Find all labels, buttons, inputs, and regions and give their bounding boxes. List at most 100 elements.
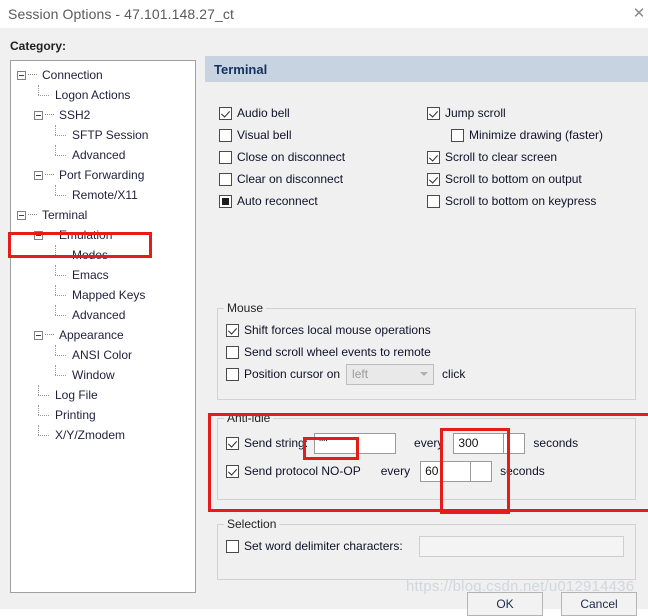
tree-item-label: Emulation: [59, 228, 113, 242]
stepper-buttons[interactable]: [503, 432, 526, 454]
checkbox-label: Jump scroll: [445, 106, 506, 120]
position-cursor-select[interactable]: left: [346, 363, 435, 385]
stepper-buttons[interactable]: [470, 460, 493, 482]
tree-connector: [45, 174, 54, 176]
tree-item-x-y-zmodem[interactable]: X/Y/Zmodem: [11, 425, 195, 445]
tree-connector: [34, 85, 52, 105]
category-tree[interactable]: Connection Logon Actions SSH2 SFTP Session A…: [10, 60, 196, 593]
tree-connector: [51, 125, 69, 145]
checkbox-audio-bell[interactable]: Audio bell: [219, 102, 429, 124]
tree-item-terminal[interactable]: Terminal: [11, 205, 195, 225]
send-string-input[interactable]: "": [314, 432, 397, 454]
checkbox-icon[interactable]: [219, 128, 232, 142]
tree-connector: [34, 385, 52, 405]
cancel-button[interactable]: Cancel: [561, 592, 637, 616]
checkbox-position-cursor-on[interactable]: Position cursor on left click: [226, 363, 627, 385]
checkbox-label: Minimize drawing (faster): [469, 128, 604, 142]
tree-item-appearance[interactable]: Appearance: [11, 325, 195, 345]
tree-item-emacs[interactable]: Emacs: [11, 265, 195, 285]
checkbox-label: Close on disconnect: [237, 150, 346, 164]
checkbox-icon[interactable]: [427, 172, 440, 186]
checkbox-shift-forces-local-mouse[interactable]: Shift forces local mouse operations: [226, 319, 627, 341]
expander-collapse-icon[interactable]: [17, 70, 26, 80]
send-string-interval-stepper[interactable]: 300: [453, 432, 526, 454]
select-value: left: [352, 367, 369, 381]
tree-item-window[interactable]: Window: [11, 365, 195, 385]
tree-item-printing[interactable]: Printing: [11, 405, 195, 425]
checkbox-label: Clear on disconnect: [237, 172, 344, 186]
tree-item-log-file[interactable]: Log File: [11, 385, 195, 405]
checkbox-label: Shift forces local mouse operations: [244, 323, 431, 337]
checkbox-minimize-drawing-faster[interactable]: Minimize drawing (faster): [451, 124, 642, 146]
tree-item-label: Modes: [72, 248, 109, 262]
tree-item-modes[interactable]: Modes: [11, 245, 195, 265]
tree-item-label: Remote/X11: [72, 188, 138, 202]
tree-item-label: Window: [72, 368, 115, 382]
send-string-every-label: every: [414, 436, 444, 450]
expander-collapse-icon[interactable]: [34, 330, 43, 340]
tree-item-label: Appearance: [59, 328, 124, 342]
send-noop-interval-value[interactable]: 60: [420, 460, 471, 482]
word-delimiter-input[interactable]: [418, 535, 624, 557]
send-noop-interval-stepper[interactable]: 60: [420, 460, 493, 482]
checkbox-icon[interactable]: [219, 172, 232, 186]
checkbox-icon[interactable]: [219, 194, 232, 208]
tree-item-ssh2[interactable]: SSH2: [11, 105, 195, 125]
tree-item-label: Mapped Keys: [72, 288, 146, 302]
category-label: Category:: [10, 39, 67, 53]
checkbox-visual-bell[interactable]: Visual bell: [219, 124, 429, 146]
checkbox-jump-scroll[interactable]: Jump scroll: [427, 102, 642, 124]
tree-item-advanced[interactable]: Advanced: [11, 305, 195, 325]
checkbox-send-scroll-wheel[interactable]: Send scroll wheel events to remote: [226, 341, 627, 363]
checkbox-scroll-to-bottom-on-output[interactable]: Scroll to bottom on output: [427, 168, 642, 190]
checkbox-icon[interactable]: [226, 345, 239, 359]
checkbox-send-protocol-noop[interactable]: [226, 464, 239, 478]
checkbox-auto-reconnect[interactable]: Auto reconnect: [219, 190, 429, 212]
checkbox-send-string[interactable]: [226, 436, 239, 450]
expander-collapse-icon[interactable]: [34, 230, 43, 240]
checkbox-close-on-disconnect[interactable]: Close on disconnect: [219, 146, 429, 168]
checkbox-icon[interactable]: [427, 194, 440, 208]
tree-connector: [51, 185, 69, 205]
checkbox-scroll-to-bottom-on-keypress[interactable]: Scroll to bottom on keypress: [427, 190, 642, 212]
tree-item-mapped-keys[interactable]: Mapped Keys: [11, 285, 195, 305]
checkbox-label: Visual bell: [237, 128, 292, 142]
send-string-seconds-label: seconds: [533, 436, 579, 450]
checkbox-label: Position cursor on: [244, 367, 341, 381]
checkbox-scroll-to-clear-screen[interactable]: Scroll to clear screen: [427, 146, 642, 168]
checkbox-icon[interactable]: [451, 128, 464, 142]
tree-item-ansi-color[interactable]: ANSI Color: [11, 345, 195, 365]
tree-item-advanced[interactable]: Advanced: [11, 145, 195, 165]
checkbox-icon[interactable]: [219, 106, 232, 120]
ok-button[interactable]: OK: [467, 592, 543, 616]
tree-connector: [34, 405, 52, 425]
checkbox-set-word-delimiter[interactable]: [226, 539, 239, 553]
tree-item-label: Emacs: [72, 268, 109, 282]
selection-group-title: Selection: [224, 517, 280, 531]
checkbox-icon[interactable]: [219, 150, 232, 164]
checkbox-icon[interactable]: [427, 106, 440, 120]
tree-item-label: Connection: [42, 68, 103, 82]
send-string-interval-value[interactable]: 300: [453, 432, 504, 454]
expander-collapse-icon[interactable]: [17, 210, 26, 220]
tree-connector: [51, 145, 69, 165]
row-word-delimiter: Set word delimiter characters:: [226, 535, 627, 557]
panel-header: Terminal: [205, 56, 648, 82]
tree-item-connection[interactable]: Connection: [11, 65, 195, 85]
checkbox-icon[interactable]: [226, 323, 239, 337]
checkbox-icon[interactable]: [427, 150, 440, 164]
tree-item-port-forwarding[interactable]: Port Forwarding: [11, 165, 195, 185]
tree-item-logon-actions[interactable]: Logon Actions: [11, 85, 195, 105]
row-send-string: Send string: "" every 300 seconds: [226, 429, 627, 457]
tree-item-remote-x11[interactable]: Remote/X11: [11, 185, 195, 205]
close-icon[interactable]: ✕: [626, 2, 648, 24]
expander-collapse-icon[interactable]: [34, 170, 43, 180]
checkbox-label: Send scroll wheel events to remote: [244, 345, 431, 359]
tree-item-emulation[interactable]: Emulation: [11, 225, 195, 245]
tree-connector: [28, 214, 37, 216]
expander-collapse-icon[interactable]: [34, 110, 43, 120]
checkbox-clear-on-disconnect[interactable]: Clear on disconnect: [219, 168, 429, 190]
tree-connector: [51, 285, 69, 305]
checkbox-icon[interactable]: [226, 367, 239, 381]
tree-item-sftp-session[interactable]: SFTP Session: [11, 125, 195, 145]
